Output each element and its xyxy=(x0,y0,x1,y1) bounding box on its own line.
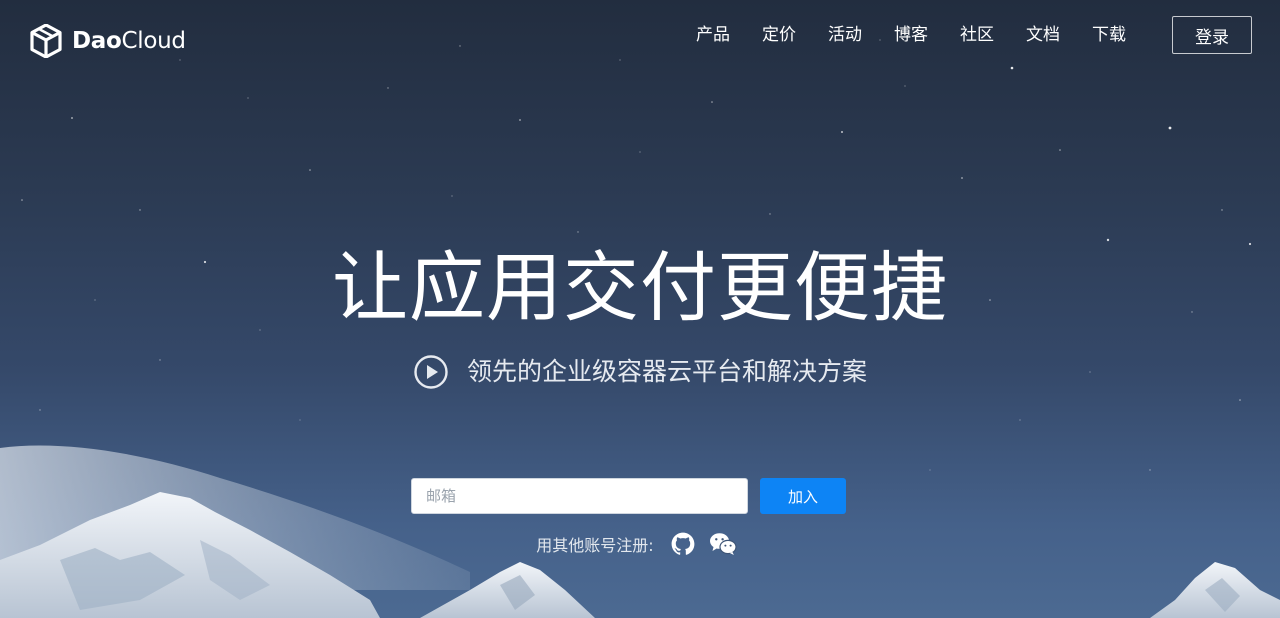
social-signup: 用其他账号注册: xyxy=(0,532,1280,556)
wechat-icon[interactable] xyxy=(709,532,737,556)
hero-headline: 让应用交付更便捷 xyxy=(332,243,948,332)
email-input[interactable] xyxy=(411,478,748,514)
brand-name: DaoCloud xyxy=(72,28,186,54)
github-icon[interactable] xyxy=(671,532,695,556)
hero-section: DaoCloud 产品 定价 活动 博客 社区 文档 下载 登录 让应用交付更便… xyxy=(0,0,1280,618)
social-signup-label: 用其他账号注册: xyxy=(536,536,654,555)
join-button[interactable]: 加入 xyxy=(760,478,846,514)
nav-item-events[interactable]: 活动 xyxy=(812,0,878,70)
brand-name-bold: Dao xyxy=(72,28,122,54)
nav-item-docs[interactable]: 文档 xyxy=(1010,0,1076,70)
nav-item-pricing[interactable]: 定价 xyxy=(746,0,812,70)
nav-item-download[interactable]: 下载 xyxy=(1076,0,1142,70)
login-button[interactable]: 登录 xyxy=(1172,16,1252,54)
signup-form: 加入 xyxy=(411,478,846,514)
hero-subline-text: 领先的企业级容器云平台和解决方案 xyxy=(466,357,867,386)
daocloud-logo[interactable]: DaoCloud xyxy=(30,24,186,58)
brand-name-regular: Cloud xyxy=(121,28,187,54)
nav-item-blog[interactable]: 博客 xyxy=(878,0,944,70)
nav-item-products[interactable]: 产品 xyxy=(680,0,746,70)
daocloud-cube-icon xyxy=(30,24,62,58)
hero-subline: 领先的企业级容器云平台和解决方案 xyxy=(0,352,1280,392)
nav-item-community[interactable]: 社区 xyxy=(944,0,1010,70)
main-nav: 产品 定价 活动 博客 社区 文档 下载 xyxy=(680,0,1142,70)
play-circle-icon[interactable] xyxy=(413,354,449,390)
